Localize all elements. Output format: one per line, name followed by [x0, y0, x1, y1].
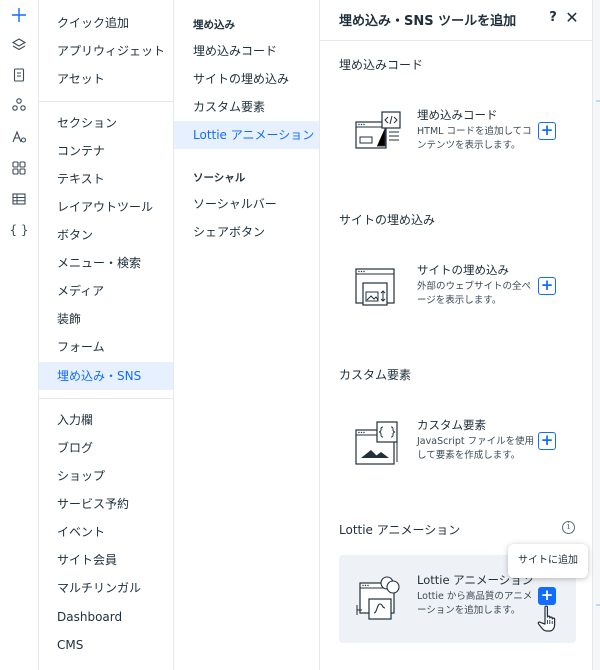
category-item[interactable]: CMS [39, 631, 173, 659]
subcategory-item-lottie[interactable]: Lottie アニメーション [174, 121, 319, 149]
divider [320, 40, 592, 41]
card-title: 埋め込みコード [417, 108, 498, 122]
card-description: HTML コードを追加してコンテンツを表示します。 [417, 126, 532, 151]
category-item[interactable]: セクション [39, 109, 173, 137]
help-button[interactable]: ? [545, 8, 561, 28]
custom-element-card[interactable]: カスタム要素 JavaScript ファイルを使用して要素を作成します。 + [339, 400, 576, 488]
category-item[interactable]: メニュー・検索 [39, 249, 173, 277]
category-item[interactable]: ショップ [39, 462, 173, 490]
category-item[interactable]: マルチリンガル [39, 574, 173, 602]
subcategory-item[interactable]: サイトの埋め込み [174, 65, 319, 93]
left-toolbar: { } [0, 0, 39, 670]
section-heading: 埋め込みコード [339, 58, 424, 72]
category-item[interactable]: メディア [39, 277, 173, 305]
category-item[interactable]: レイアウトツール [39, 193, 173, 221]
hand-cursor-icon [536, 604, 562, 634]
category-item[interactable]: Dashboard [39, 603, 173, 631]
panel-title: 埋め込み・SNS ツールを追加 [339, 14, 517, 29]
add-button[interactable]: + [538, 587, 556, 605]
subcategory-item[interactable]: カスタム要素 [174, 93, 319, 121]
plus-icon[interactable] [0, 0, 38, 30]
divider [39, 398, 173, 399]
lottie-illustration-icon [355, 575, 403, 623]
category-item[interactable]: サイト会員 [39, 546, 173, 574]
category-item[interactable]: イベント [39, 518, 173, 546]
custom-element-illustration-icon [355, 420, 403, 468]
subcategory-item[interactable]: シェアボタン [174, 218, 319, 246]
category-item[interactable]: アセット [39, 65, 173, 93]
canvas-marker [596, 604, 600, 606]
apps-icon[interactable] [0, 90, 38, 120]
embed-code-card[interactable]: 埋め込みコード HTML コードを追加してコンテンツを表示します。 + [339, 90, 576, 178]
category-item[interactable]: アプリウィジェット [39, 37, 173, 65]
category-item[interactable]: フォーム [39, 333, 173, 361]
site-embed-card[interactable]: サイトの埋め込み 外部のウェブサイトの全ページを表示します。 + [339, 245, 576, 333]
divider [39, 101, 173, 102]
card-description: 外部のウェブサイトの全ページを表示します。 [417, 281, 532, 306]
page-icon[interactable] [0, 60, 38, 90]
code-icon[interactable]: { } [0, 215, 38, 245]
subcategory-item[interactable]: ソーシャルバー [174, 190, 319, 218]
add-button[interactable]: + [538, 277, 556, 295]
canvas-edge [592, 0, 600, 670]
category-item[interactable]: 入力欄 [39, 406, 173, 434]
category-item[interactable]: サービス予約 [39, 490, 173, 518]
subcategory-list: 埋め込み 埋め込みコード サイトの埋め込み カスタム要素 Lottie アニメー… [174, 0, 320, 670]
category-item[interactable]: 装飾 [39, 305, 173, 333]
subcategory-heading-embed: 埋め込み [193, 19, 235, 31]
site-embed-illustration-icon [355, 265, 403, 313]
add-button[interactable]: + [538, 432, 556, 450]
category-item[interactable]: クイック追加 [39, 9, 173, 37]
close-button[interactable]: ✕ [562, 8, 582, 28]
embed-code-illustration-icon [355, 110, 403, 158]
add-to-site-tooltip: サイトに追加 [508, 544, 588, 578]
layers-icon[interactable] [0, 30, 38, 60]
category-list: クイック追加 アプリウィジェット アセット セクション コンテナ テキスト レイ… [39, 0, 174, 670]
subcategory-heading-social: ソーシャル [193, 172, 246, 184]
card-description: JavaScript ファイルを使用して要素を作成します。 [417, 436, 535, 461]
section-heading: Lottie アニメーション [339, 523, 461, 537]
category-item[interactable]: コンテナ [39, 137, 173, 165]
table-icon[interactable] [0, 184, 38, 214]
category-item[interactable]: ブログ [39, 434, 173, 462]
section-heading: カスタム要素 [339, 368, 412, 382]
category-item[interactable]: テキスト [39, 165, 173, 193]
add-button[interactable]: + [538, 122, 556, 140]
card-title: サイトの埋め込み [417, 263, 509, 277]
info-icon[interactable]: i [562, 521, 575, 534]
theme-icon[interactable] [0, 122, 38, 152]
category-item-embed-sns[interactable]: 埋め込み・SNS [39, 362, 173, 390]
category-item[interactable]: ボタン [39, 221, 173, 249]
subcategory-item[interactable]: 埋め込みコード [174, 37, 319, 65]
grid-icon[interactable] [0, 153, 38, 183]
card-title: カスタム要素 [417, 418, 486, 432]
card-description: Lottie から高品質のアニメーションを追加します。 [417, 591, 533, 616]
canvas-marker [596, 100, 600, 102]
section-heading: サイトの埋め込み [339, 213, 436, 227]
